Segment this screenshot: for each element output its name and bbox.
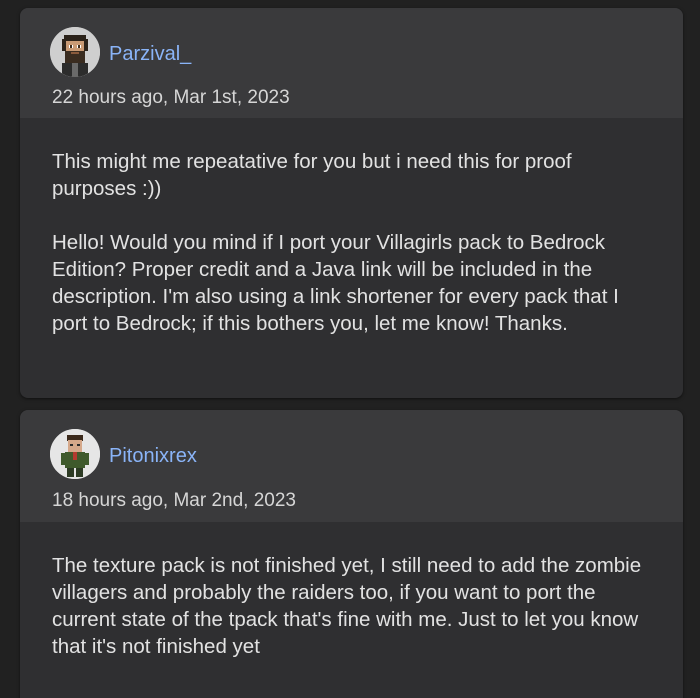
comment-timestamp: 18 hours ago, Mar 2nd, 2023 <box>52 490 297 511</box>
comment-paragraph: Hello! Would you mind if I port your Vil… <box>52 231 619 335</box>
comment-paragraph: The texture pack is not finished yet, I … <box>52 554 642 658</box>
comment-body: The texture pack is not finished yet, I … <box>20 522 683 660</box>
comment-header: Parzival_ 22 hours ago, Mar 1st, 2023 <box>20 8 683 118</box>
comment-card: Pitonixrex 18 hours ago, Mar 2nd, 2023 T… <box>20 410 683 698</box>
comment-feed: Parzival_ 22 hours ago, Mar 1st, 2023 Th… <box>0 0 700 698</box>
comment-card: Parzival_ 22 hours ago, Mar 1st, 2023 Th… <box>20 8 683 398</box>
comment-username[interactable]: Parzival_ <box>109 42 191 66</box>
comment-body: This might me repeatative for you but i … <box>20 118 683 337</box>
comment-timestamp: 22 hours ago, Mar 1st, 2023 <box>52 87 290 108</box>
comment-paragraph: This might me repeatative for you but i … <box>52 150 572 200</box>
comment-header: Pitonixrex 18 hours ago, Mar 2nd, 2023 <box>20 410 683 522</box>
comment-username[interactable]: Pitonixrex <box>109 444 197 468</box>
green-suit-character-avatar-icon[interactable] <box>50 429 100 479</box>
bearded-man-pixel-avatar-icon[interactable] <box>50 27 100 77</box>
